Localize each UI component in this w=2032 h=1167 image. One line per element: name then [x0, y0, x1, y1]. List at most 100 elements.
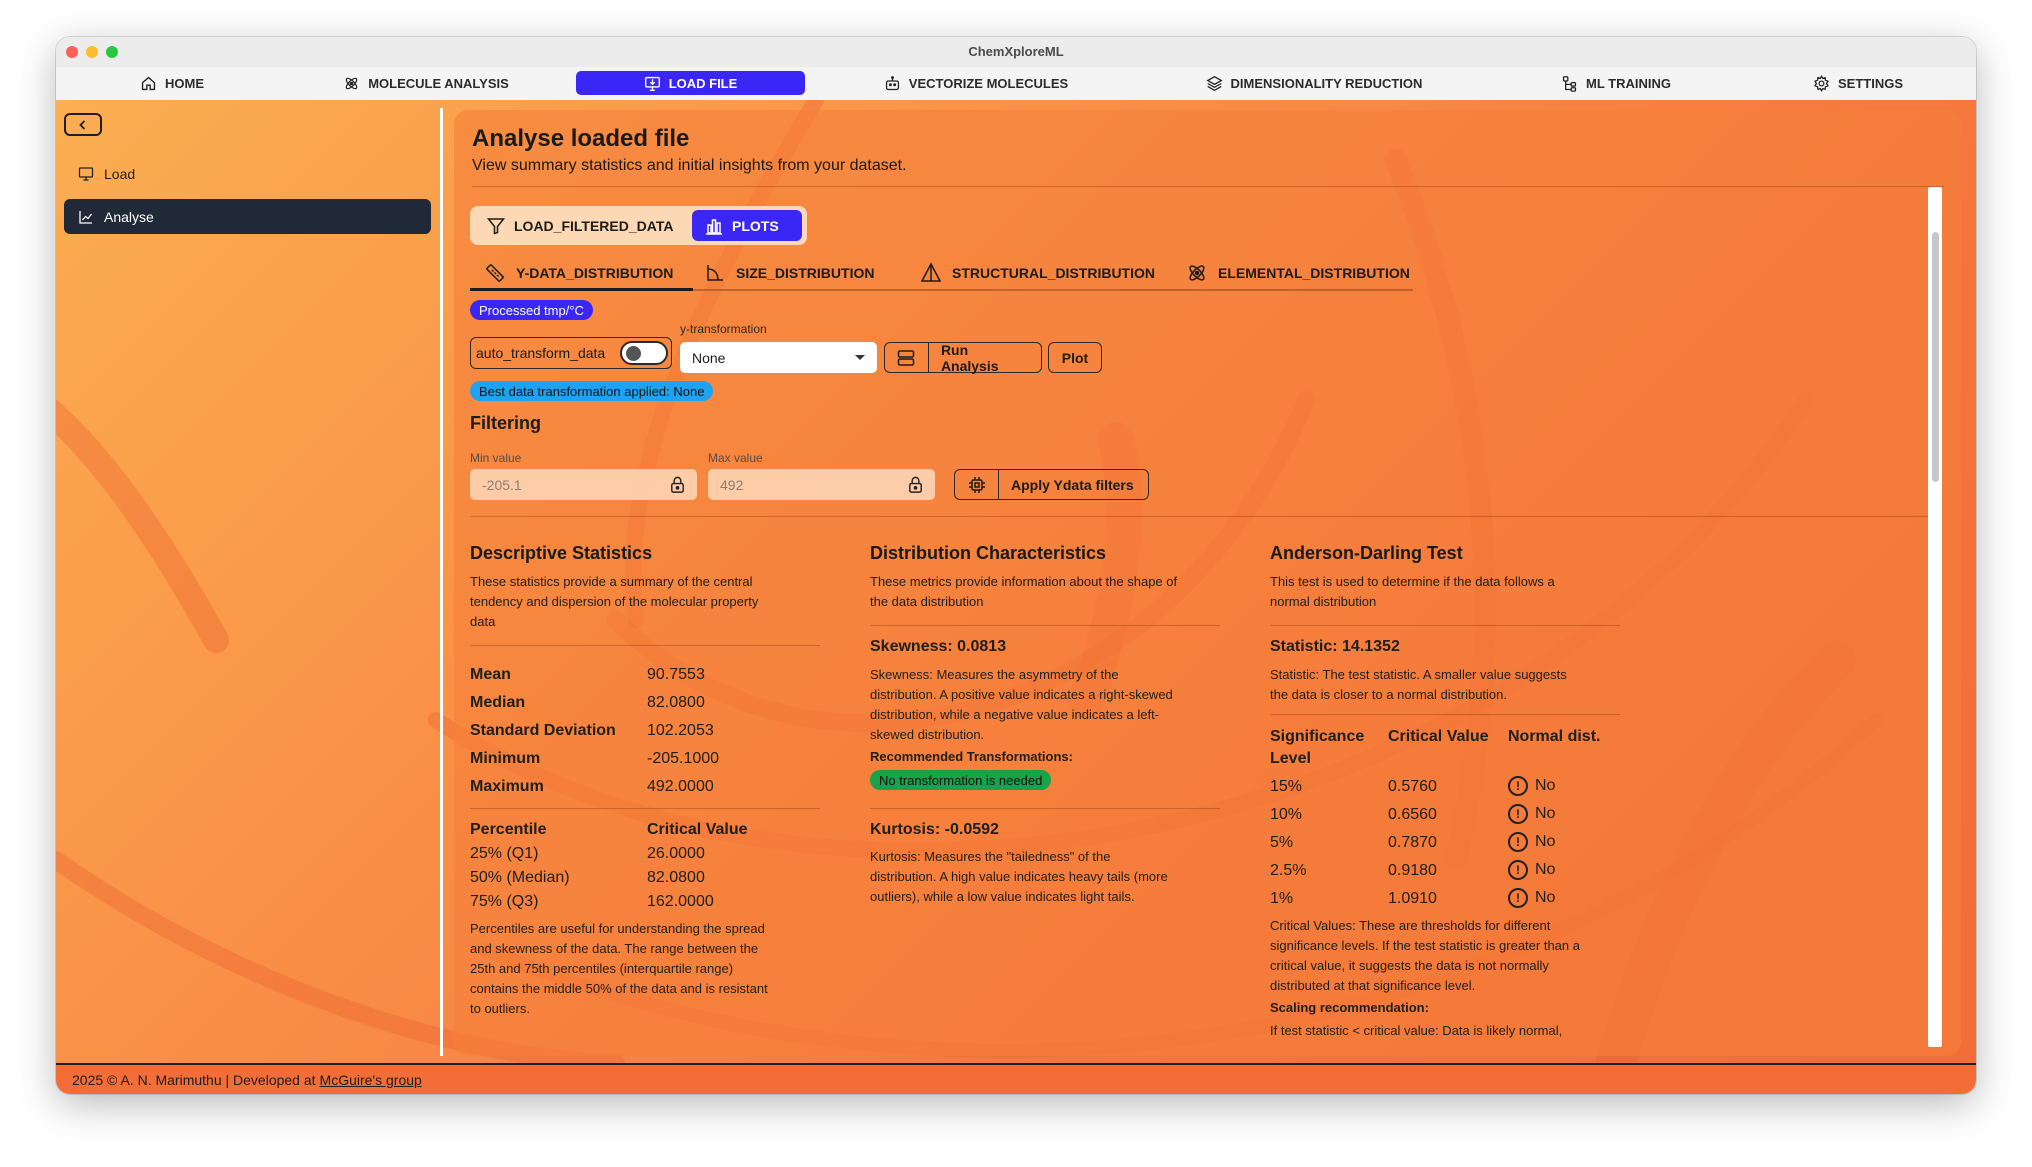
sidebar-item-label: Load: [104, 165, 136, 182]
divider: [870, 625, 1220, 626]
apply-ydata-filters-button[interactable]: Apply Ydata filters: [954, 469, 1149, 500]
distribution-title: Distribution Characteristics: [870, 543, 1107, 563]
zoom-window-button[interactable]: [106, 46, 118, 58]
nav-label: SETTINGS: [1837, 75, 1903, 91]
server-icon: [898, 349, 915, 366]
plots-button[interactable]: PLOTS: [692, 210, 802, 241]
page-subtitle: View summary statistics and initial insi…: [472, 157, 907, 174]
nav-molecule-analysis[interactable]: MOLECULE ANALYSIS: [336, 71, 516, 95]
tab-y-data-distribution[interactable]: Y-DATA_DISTRIBUTION: [484, 258, 673, 288]
nav-label: MOLECULE ANALYSIS: [368, 75, 509, 91]
tab-elemental-distribution[interactable]: ELEMENTAL_DISTRIBUTION: [1186, 258, 1410, 288]
content-panel: Analyse loaded file View summary statist…: [454, 110, 1961, 1056]
stat-value: 82.0800: [647, 694, 705, 711]
divider: [470, 645, 820, 646]
main-area: Load Analyse Analyse loaded file View su…: [56, 100, 1976, 1063]
divider: [470, 808, 820, 809]
auto-transform-switch[interactable]: [620, 341, 668, 365]
nav-dimensionality-reduction[interactable]: DIMENSIONALITY REDUCTION: [1204, 71, 1424, 95]
ad-normal-value: No: [1535, 805, 1556, 823]
footer: 2025 © A. N. Marimuthu | Developed at Mc…: [56, 1063, 1976, 1094]
bar-chart-icon: [706, 218, 722, 235]
footer-text: 2025 © A. N. Marimuthu | Developed at: [72, 1071, 316, 1088]
lock-icon: [909, 476, 922, 493]
critical-values-desc: significance levels. If the test statist…: [1270, 938, 1580, 953]
app-window: ChemXploreML HOME MOLECULE ANALYSIS LOAD…: [56, 37, 1976, 1094]
distribution-desc: These metrics provide information about …: [870, 574, 1178, 589]
minimize-window-button[interactable]: [86, 46, 98, 58]
nav-ml-training[interactable]: ML TRAINING: [1559, 71, 1673, 95]
footer-link[interactable]: McGuire's group: [320, 1072, 422, 1088]
nav-vectorize-molecules[interactable]: VECTORIZE MOLECULES: [878, 71, 1074, 95]
close-window-button[interactable]: [66, 46, 78, 58]
size-icon: [707, 265, 723, 281]
kurtosis-title: Kurtosis: -0.0592: [870, 821, 999, 838]
tree-icon: [1562, 75, 1577, 92]
stat-label: Maximum: [470, 778, 544, 795]
critical-values-desc: distributed at that significance level.: [1270, 978, 1476, 993]
gear-icon: [1814, 74, 1829, 92]
percentile-note: 25th and 75th percentiles (interquartile…: [470, 961, 734, 976]
pyramid-icon: [920, 262, 942, 282]
auto-transform-toggle[interactable]: auto_transform_data: [470, 337, 672, 369]
filtering-title: Filtering: [470, 413, 541, 433]
critical-value-header: Critical Value: [647, 821, 748, 838]
anderson-desc: normal distribution: [1270, 594, 1377, 609]
nav-load-file[interactable]: LOAD FILE: [576, 71, 805, 95]
ad-normal-value: No: [1535, 889, 1556, 907]
anderson-desc: This test is used to determine if the da…: [1270, 574, 1555, 589]
stat-label: Median: [470, 694, 526, 711]
load-filtered-data-button[interactable]: LOAD_FILTERED_DATA: [474, 210, 685, 241]
nav-label: LOAD FILE: [668, 75, 738, 91]
scrollbar-thumb[interactable]: [1932, 232, 1939, 482]
ad-normal: ! No: [1508, 832, 1555, 852]
sidebar-item-analyse[interactable]: Analyse: [64, 199, 431, 234]
descriptive-desc-3: data: [470, 614, 496, 629]
stat-value: 90.7553: [647, 666, 705, 683]
run-analysis-label: Run Analysis: [940, 341, 999, 374]
ad-normal: ! No: [1508, 804, 1555, 824]
atom-icon: [1189, 265, 1205, 281]
back-button[interactable]: [64, 113, 102, 136]
segment-label: LOAD_FILTERED_DATA: [514, 217, 674, 234]
lock-icon: [671, 476, 684, 493]
tab-structural-distribution[interactable]: STRUCTURAL_DISTRIBUTION: [920, 258, 1155, 288]
title-bar: ChemXploreML: [56, 37, 1976, 67]
plot-button[interactable]: Plot: [1048, 342, 1102, 373]
alert-circle-icon: !: [1508, 804, 1528, 824]
nav-label: VECTORIZE MOLECULES: [908, 75, 1069, 91]
nav-label: HOME: [165, 75, 204, 91]
processed-badge: Processed tmp/°C: [470, 300, 593, 320]
nav-settings[interactable]: SETTINGS: [1809, 71, 1907, 95]
sidebar-item-load[interactable]: Load: [64, 156, 431, 191]
ytransform-select[interactable]: None: [680, 342, 877, 373]
alert-circle-icon: !: [1508, 860, 1528, 880]
max-value-input[interactable]: 492: [708, 469, 935, 500]
mode-segmented-control: LOAD_FILTERED_DATA PLOTS: [470, 206, 807, 245]
alert-circle-icon: !: [1508, 888, 1528, 908]
window-title: ChemXploreML: [968, 44, 1064, 59]
atom-icon: [345, 77, 358, 89]
min-value-input[interactable]: -205.1: [470, 469, 697, 500]
ad-normal: ! No: [1508, 860, 1555, 880]
top-nav: HOME MOLECULE ANALYSIS LOAD FILE VECTORI…: [56, 67, 1976, 100]
percentile-label: 75% (Q3): [470, 893, 539, 910]
nav-home[interactable]: HOME: [124, 71, 220, 95]
ytransform-value: None: [692, 349, 726, 366]
stat-value: 102.2053: [647, 722, 714, 739]
run-analysis-button[interactable]: Run Analysis: [884, 341, 1042, 374]
ad-level: 2.5%: [1270, 862, 1307, 879]
cpu-icon: [968, 476, 985, 493]
scaling-label: Scaling recommendation:: [1270, 1000, 1429, 1015]
distribution-desc: the data distribution: [870, 594, 984, 609]
min-value-label: Min value: [470, 451, 522, 465]
ad-normal-value: No: [1535, 861, 1556, 879]
critical-values-desc: Critical Values: These are thresholds fo…: [1270, 918, 1551, 933]
nav-label: ML TRAINING: [1586, 75, 1671, 91]
kurtosis-desc: outliers), while a low value indicates l…: [870, 889, 1135, 904]
percentile-label: 25% (Q1): [470, 845, 539, 862]
alert-circle-icon: !: [1508, 776, 1528, 796]
tab-size-distribution[interactable]: SIZE_DISTRIBUTION: [704, 258, 874, 288]
percentile-note: contains the middle 50% of the data and …: [470, 981, 768, 996]
divider: [470, 516, 1942, 517]
